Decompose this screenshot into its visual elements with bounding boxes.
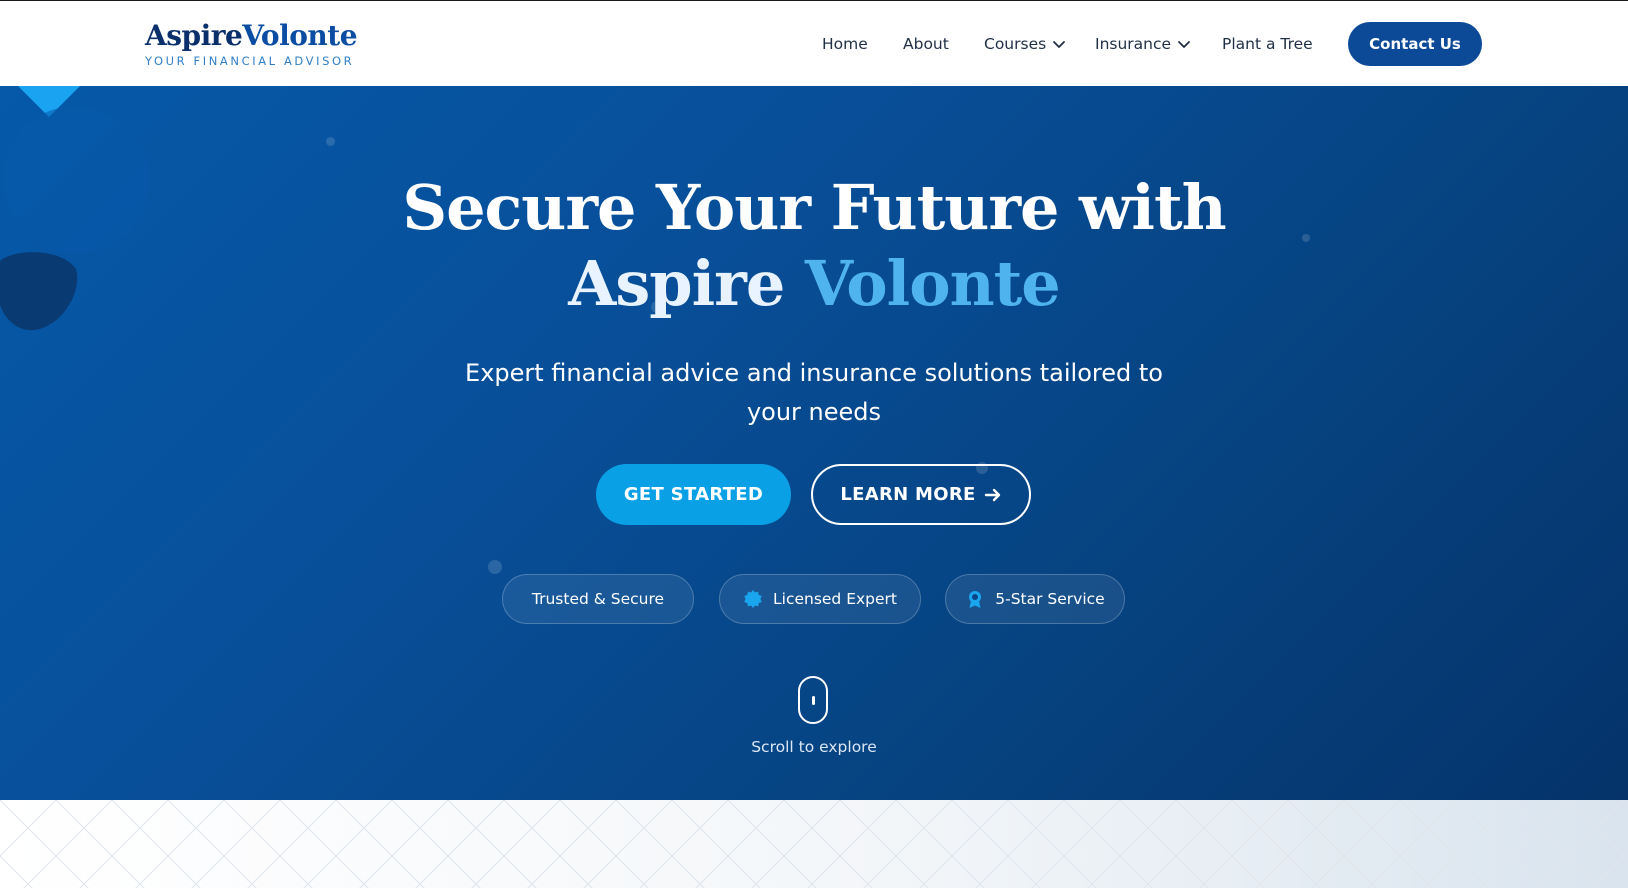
nav-courses-label: Courses [984, 35, 1047, 53]
nav-about-label: About [903, 35, 949, 53]
badge-five-star-service-label: 5-Star Service [995, 590, 1105, 608]
brand-name-part2: Volonte [242, 19, 358, 52]
nav-insurance[interactable]: Insurance [1095, 35, 1191, 53]
badge-five-star-service: 5-Star Service [945, 574, 1125, 624]
hero-title: Secure Your Future with Aspire Volonte [0, 170, 1628, 322]
nav-about[interactable]: About [903, 35, 949, 53]
learn-more-label: LEARN MORE [840, 484, 976, 505]
hero-title-line1: Secure Your Future with [402, 171, 1226, 244]
contact-us-button[interactable]: Contact Us [1348, 22, 1482, 66]
hero-title-line2: Aspire Volonte [0, 246, 1628, 322]
brand-name: AspireVolonte [145, 19, 358, 52]
arrow-right-icon [984, 488, 1000, 501]
nav-plant-a-tree[interactable]: Plant a Tree [1222, 35, 1313, 53]
decorative-dot [326, 137, 335, 146]
nav-courses[interactable]: Courses [984, 35, 1066, 53]
scroll-to-explore: Scroll to explore [751, 738, 877, 756]
nav-plant-a-tree-label: Plant a Tree [1222, 35, 1313, 53]
next-section-preview [0, 800, 1628, 888]
award-icon [969, 591, 982, 608]
hero-title-word-volonte: Volonte [804, 247, 1061, 320]
hero-title-word-aspire: Aspire [568, 247, 785, 320]
certificate-icon [744, 590, 762, 608]
badge-trusted-secure-label: Trusted & Secure [531, 590, 665, 608]
chevron-down-icon [1178, 41, 1190, 48]
nav-insurance-label: Insurance [1095, 35, 1172, 53]
scroll-mouse-icon[interactable] [798, 676, 828, 724]
brand-logo[interactable]: AspireVolonte YOUR FINANCIAL ADVISOR [145, 19, 358, 68]
nav-home-label: Home [822, 35, 868, 53]
get-started-button[interactable]: GET STARTED [596, 464, 791, 525]
site-header: AspireVolonte YOUR FINANCIAL ADVISOR Hom… [0, 0, 1628, 86]
hero-subtitle: Expert financial advice and insurance so… [465, 359, 1163, 426]
badge-trusted-secure: Trusted & Secure [502, 574, 694, 624]
learn-more-button[interactable]: LEARN MORE [811, 464, 1031, 525]
hero-section: Secure Your Future with Aspire Volonte E… [0, 86, 1628, 800]
brand-tagline: YOUR FINANCIAL ADVISOR [145, 54, 355, 68]
chevron-down-icon [1053, 41, 1066, 48]
diamond-pattern [0, 800, 1628, 888]
brand-name-part1: Aspire [145, 19, 243, 52]
badge-licensed-expert-label: Licensed Expert [773, 590, 897, 608]
decorative-dot [488, 560, 502, 574]
scroll-wheel [812, 696, 815, 705]
nav-home[interactable]: Home [822, 35, 868, 53]
badge-licensed-expert: Licensed Expert [719, 574, 921, 624]
